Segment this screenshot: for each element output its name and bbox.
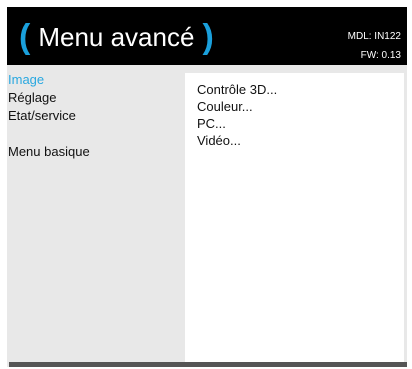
title-close-paren: ) — [202, 18, 214, 56]
bottom-shadow-bar — [9, 362, 407, 367]
osd-menu-window: ( Menu avancé ) MDL: IN122 FW: 0.13 Imag… — [7, 7, 407, 367]
menu-item-menu-basique[interactable]: Menu basique — [7, 143, 177, 161]
menu-item-image[interactable]: Image — [7, 71, 177, 89]
submenu-item-couleur[interactable]: Couleur... — [197, 98, 277, 115]
firmware-version: FW: 0.13 — [360, 50, 401, 61]
main-menu-list: Image Réglage Etat/service Menu basique — [7, 71, 177, 161]
submenu-item-pc[interactable]: PC... — [197, 115, 277, 132]
menu-header: ( Menu avancé ) MDL: IN122 FW: 0.13 — [7, 7, 407, 65]
menu-item-etat-service[interactable]: Etat/service — [7, 107, 177, 125]
submenu-item-video[interactable]: Vidéo... — [197, 132, 277, 149]
submenu-item-controle-3d[interactable]: Contrôle 3D... — [197, 81, 277, 98]
page-title: Menu avancé — [38, 22, 195, 52]
submenu-list: Contrôle 3D... Couleur... PC... Vidéo... — [197, 81, 277, 149]
menu-item-reglage[interactable]: Réglage — [7, 89, 177, 107]
title-open-paren: ( — [19, 18, 31, 56]
model-number: MDL: IN122 — [347, 31, 401, 42]
submenu-panel: Contrôle 3D... Couleur... PC... Vidéo... — [185, 73, 404, 363]
menu-title: ( Menu avancé ) — [19, 17, 214, 57]
menu-spacer — [7, 125, 177, 143]
